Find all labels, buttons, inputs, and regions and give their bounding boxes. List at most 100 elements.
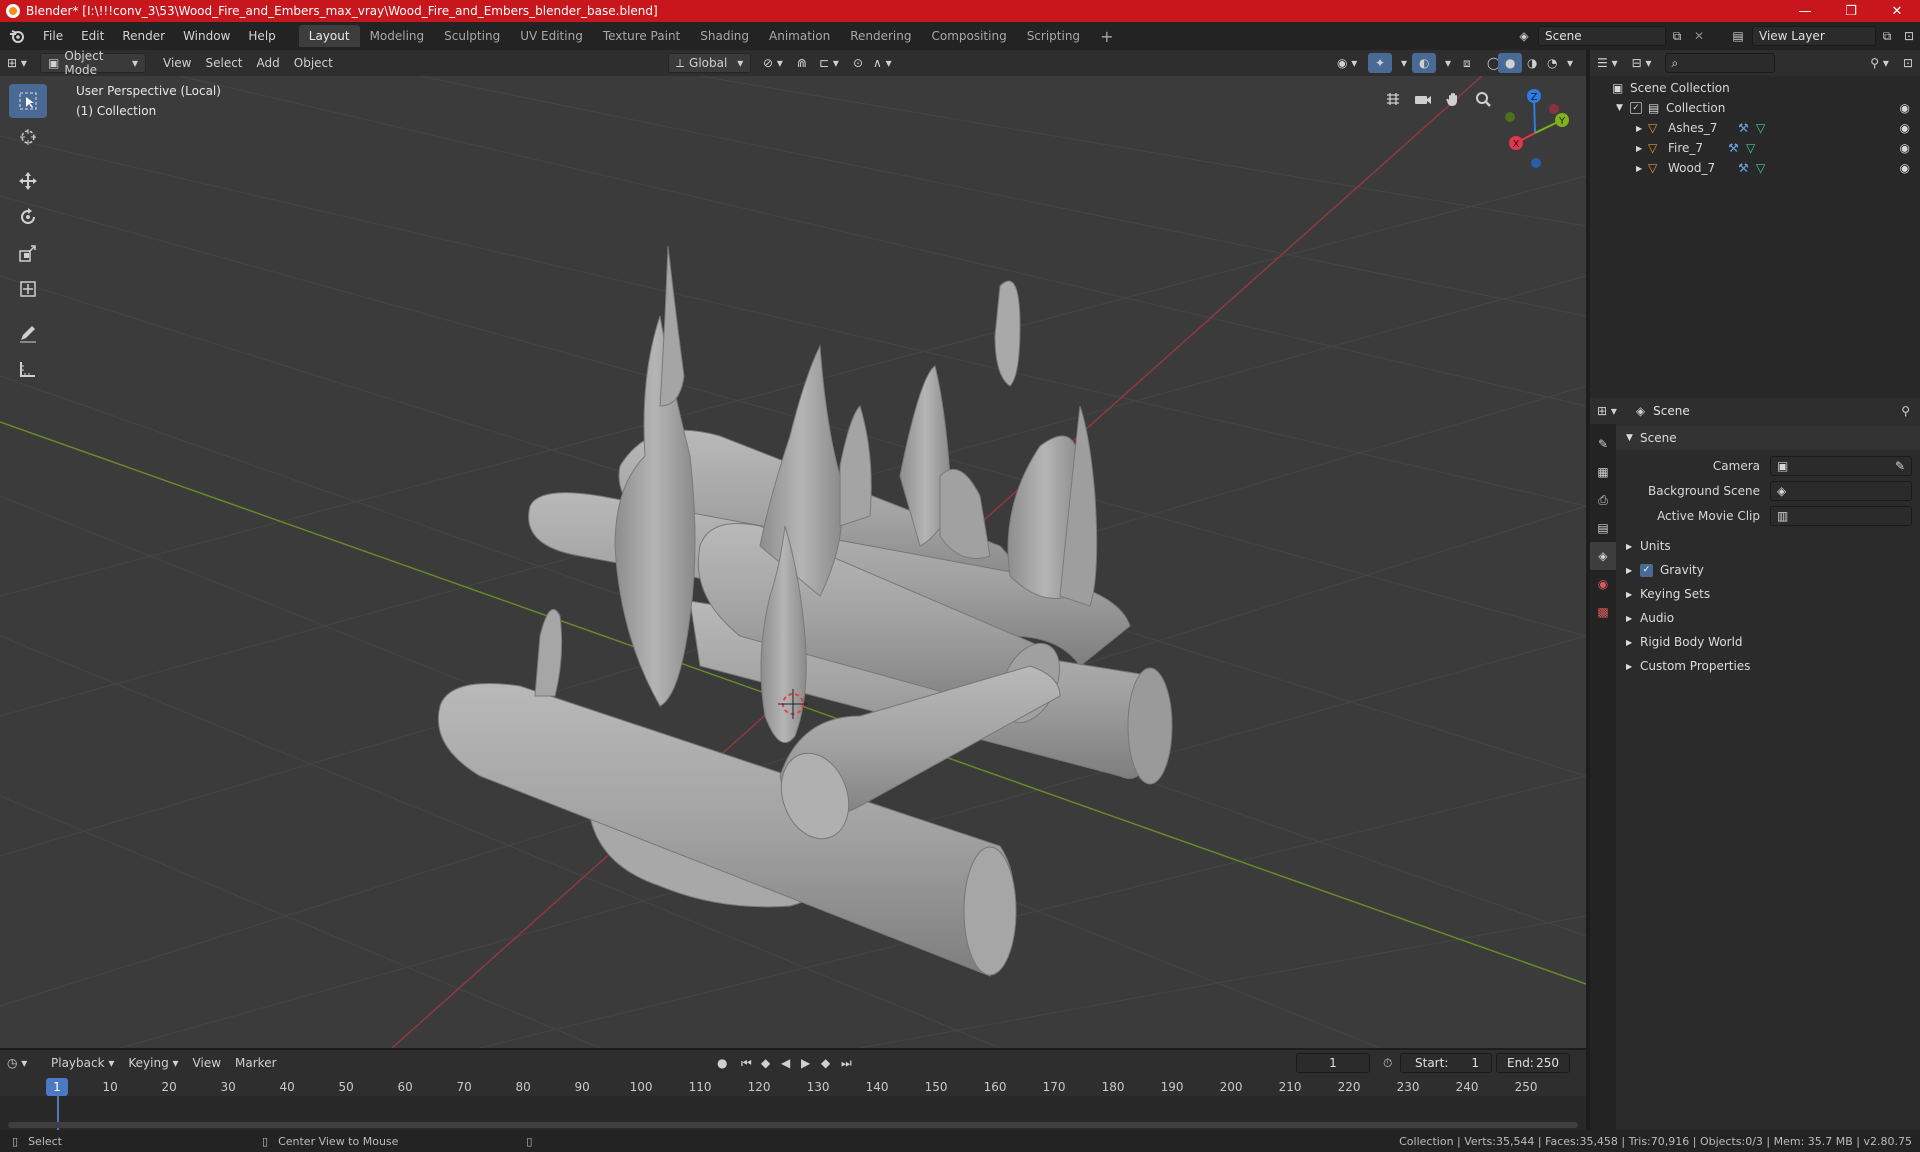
background-scene-field[interactable]: ◈ — [1770, 481, 1912, 501]
units-panel-header[interactable]: ▶ Units — [1616, 534, 1920, 558]
outliner-object-row[interactable]: ▶ ▽ Fire_7 ⚒ ▽ ◉ — [1590, 138, 1920, 158]
transform-tool[interactable] — [9, 272, 47, 306]
menu-timeline-view[interactable]: View — [186, 1053, 228, 1073]
scene-tab-icon[interactable]: ◈ — [1590, 542, 1616, 570]
pan-view-icon[interactable] — [1440, 86, 1466, 112]
tab-sculpting[interactable]: Sculpting — [434, 25, 510, 47]
add-workspace-button[interactable]: + — [1090, 25, 1123, 47]
new-view-layer-icon[interactable]: ⧉ — [1876, 29, 1898, 44]
annotate-tool[interactable] — [9, 316, 47, 350]
audio-panel-header[interactable]: ▶ Audio — [1616, 606, 1920, 630]
scale-tool[interactable] — [9, 236, 47, 270]
tab-compositing[interactable]: Compositing — [921, 25, 1016, 47]
view-layer-tab-icon[interactable]: ▤ — [1590, 514, 1616, 542]
scene-browse-icon[interactable]: ◈ — [1510, 29, 1538, 43]
3d-viewport[interactable]: User Perspective (Local) (1) Collection … — [0, 76, 1586, 1048]
world-tab-icon[interactable]: ◉ — [1590, 570, 1616, 598]
camera-view-icon[interactable] — [1410, 86, 1436, 112]
tab-scripting[interactable]: Scripting — [1017, 25, 1090, 47]
tab-layout[interactable]: Layout — [298, 25, 360, 47]
gizmo-toggle-icon[interactable]: ✦ — [1368, 53, 1393, 73]
menu-file[interactable]: File — [34, 22, 72, 50]
expand-arrow-icon[interactable]: ▶ — [1636, 164, 1648, 173]
timeline-scrollbar[interactable] — [8, 1122, 1578, 1128]
gravity-panel-header[interactable]: ▶ ✓ Gravity — [1616, 558, 1920, 582]
active-movie-clip-field[interactable]: ▥ — [1770, 506, 1912, 526]
collection-checkbox[interactable]: ✓ — [1630, 102, 1642, 114]
expand-arrow-icon[interactable]: ▶ — [1636, 144, 1648, 153]
gravity-checkbox[interactable]: ✓ — [1640, 563, 1653, 577]
keying-sets-panel-header[interactable]: ▶ Keying Sets — [1616, 582, 1920, 606]
properties-editor-type-icon[interactable]: ⊞ ▾ — [1590, 401, 1624, 421]
menu-help[interactable]: Help — [239, 22, 284, 50]
menu-window[interactable]: Window — [174, 22, 239, 50]
cursor-tool[interactable] — [9, 120, 47, 154]
expand-arrow-icon[interactable]: ▶ — [1636, 124, 1648, 133]
toggle-grid-view-icon[interactable] — [1380, 86, 1406, 112]
texture-tab-icon[interactable]: ▩ — [1590, 598, 1616, 626]
outliner-search-input[interactable]: ⌕ — [1664, 53, 1775, 73]
tab-uv-editing[interactable]: UV Editing — [510, 25, 593, 47]
menu-select[interactable]: Select — [198, 53, 249, 73]
timeline[interactable]: 10 20 30 40 50 60 70 80 90 100 110 120 130 140 150 160 1… — [0, 1076, 1586, 1130]
menu-playback[interactable]: Playback ▾ — [44, 1053, 121, 1073]
menu-object[interactable]: Object — [287, 53, 340, 73]
new-scene-icon[interactable]: ⧉ — [1666, 29, 1688, 44]
eye-icon[interactable]: ◉ — [1900, 101, 1910, 115]
expand-arrow-icon[interactable]: ▼ — [1616, 103, 1630, 113]
tab-modeling[interactable]: Modeling — [360, 25, 435, 47]
current-frame-field[interactable]: 1 — [1296, 1053, 1370, 1073]
view-layer-field[interactable]: View Layer — [1752, 26, 1876, 46]
editor-type-icon[interactable]: ⊞ ▾ — [0, 53, 40, 73]
move-tool[interactable] — [9, 164, 47, 198]
eye-icon[interactable]: ◉ — [1900, 121, 1910, 135]
snap-icon[interactable]: ⋒ — [790, 53, 814, 73]
solid-shading-icon[interactable]: ● — [1498, 53, 1523, 73]
minimize-button[interactable]: — — [1782, 0, 1828, 22]
xray-toggle-icon[interactable]: ⧈ — [1456, 53, 1478, 73]
camera-field[interactable]: ▣ ✎ — [1770, 456, 1912, 476]
menu-add[interactable]: Add — [250, 53, 287, 73]
menu-view[interactable]: View — [156, 53, 198, 73]
eye-icon[interactable]: ◉ — [1900, 161, 1910, 175]
jump-end-button[interactable]: ⏭ — [834, 1053, 859, 1073]
overlays-toggle-icon[interactable]: ◐ — [1412, 53, 1437, 73]
select-box-tool[interactable] — [9, 84, 47, 118]
scene-name-field[interactable]: Scene — [1538, 26, 1666, 46]
transform-orientation-dropdown[interactable]: ⟂ Global ▾ — [668, 53, 752, 73]
eye-icon[interactable]: ◉ — [1900, 141, 1910, 155]
tab-shading[interactable]: Shading — [690, 25, 759, 47]
timeline-editor-type-icon[interactable]: ◷ ▾ — [0, 1053, 44, 1073]
display-mode-icon[interactable]: ⊟ ▾ — [1625, 53, 1659, 73]
maximize-button[interactable]: ❐ — [1828, 0, 1874, 22]
delete-view-layer-icon[interactable]: ⊡ — [1898, 29, 1920, 43]
close-button[interactable]: ✕ — [1874, 0, 1920, 22]
tab-texture-paint[interactable]: Texture Paint — [593, 25, 690, 47]
pin-icon[interactable]: ⚲ — [1901, 404, 1910, 418]
render-tab-icon[interactable]: ▦ — [1590, 458, 1616, 486]
output-tab-icon[interactable]: ⎙ — [1590, 486, 1616, 514]
delete-scene-icon[interactable]: ✕ — [1688, 29, 1710, 43]
blender-menu-icon[interactable] — [0, 22, 34, 50]
tool-tab-icon[interactable]: ✎ — [1590, 430, 1616, 458]
menu-marker[interactable]: Marker — [228, 1053, 283, 1073]
menu-render[interactable]: Render — [113, 22, 174, 50]
record-button[interactable]: ● — [710, 1053, 734, 1073]
visibility-icon[interactable]: ◉ ▾ — [1330, 53, 1364, 73]
outliner-object-row[interactable]: ▶ ▽ Wood_7 ⚒ ▽ ◉ — [1590, 158, 1920, 178]
pivot-point-icon[interactable]: ⊘ ▾ — [756, 53, 790, 73]
filter-icon[interactable]: ⚲ ▾ — [1863, 53, 1896, 73]
eyedropper-icon[interactable]: ✎ — [1895, 459, 1905, 473]
outliner-editor-type-icon[interactable]: ☰ ▾ — [1590, 53, 1625, 73]
custom-properties-panel-header[interactable]: ▶ Custom Properties — [1616, 654, 1920, 678]
new-collection-icon[interactable]: ⊡ — [1896, 53, 1920, 73]
rigid-body-world-panel-header[interactable]: ▶ Rigid Body World — [1616, 630, 1920, 654]
tab-rendering[interactable]: Rendering — [840, 25, 921, 47]
rotate-tool[interactable] — [9, 200, 47, 234]
falloff-icon[interactable]: ∧ ▾ — [866, 53, 899, 73]
view-layer-browse-icon[interactable]: ▤ — [1724, 29, 1752, 43]
end-frame-field[interactable]: End: 250 — [1496, 1053, 1570, 1073]
outliner-collection-row[interactable]: ▼ ✓ ▤ Collection ◉ — [1590, 98, 1920, 118]
menu-edit[interactable]: Edit — [72, 22, 113, 50]
start-frame-field[interactable]: Start: 1 — [1400, 1053, 1492, 1073]
